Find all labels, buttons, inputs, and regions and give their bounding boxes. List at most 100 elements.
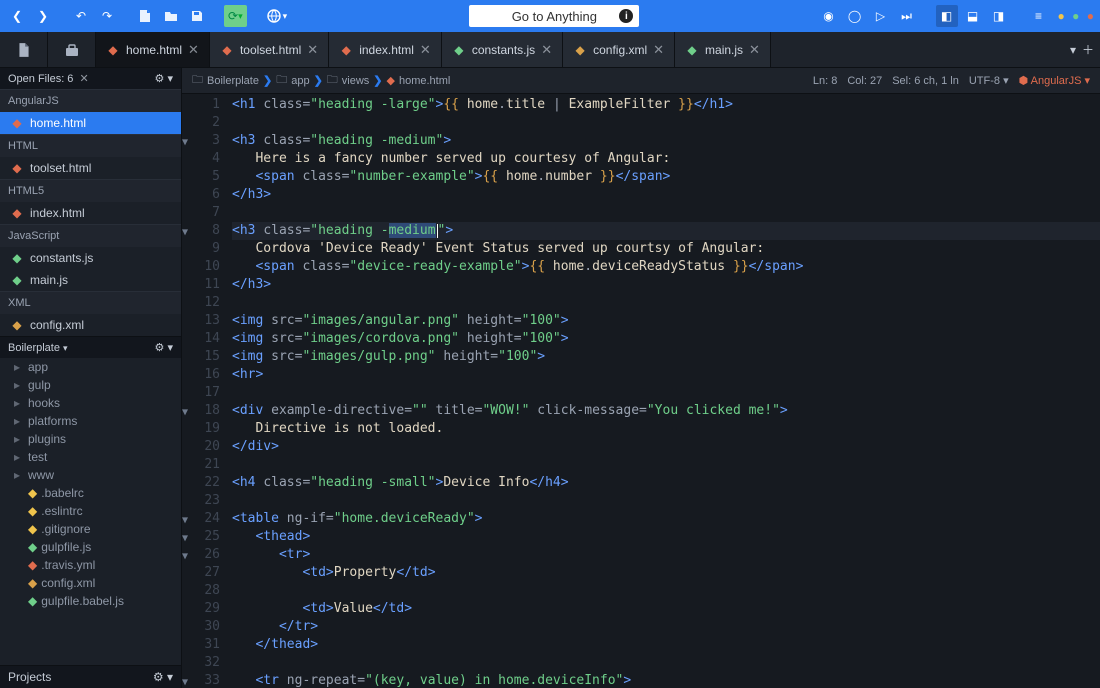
code-line[interactable]: <img src="images/cordova.png" height="10… <box>232 330 1100 348</box>
code-line[interactable]: <thead> <box>232 528 1100 546</box>
open-file-item[interactable]: ◆constants.js <box>0 247 181 269</box>
fold-toggle[interactable]: ▼ <box>182 674 188 688</box>
run-button[interactable]: ⟳▾ <box>224 5 247 27</box>
code-editor[interactable]: 12▼34567▼891011121314151617▼181920212223… <box>182 94 1100 688</box>
encoding-selector[interactable]: UTF-8 ▾ <box>969 74 1009 87</box>
tab-toolset-html[interactable]: ◆toolset.html✕ <box>210 32 329 67</box>
tree-item[interactable]: ◆.eslintrc <box>0 502 181 520</box>
breadcrumb-item[interactable]: ◆home.html <box>387 74 451 87</box>
code-line[interactable] <box>232 654 1100 672</box>
tab-config-xml[interactable]: ◆config.xml✕ <box>563 32 675 67</box>
panel-bottom-button[interactable]: ⬓ <box>962 5 984 27</box>
toolbox-icon[interactable] <box>48 32 96 67</box>
code-line[interactable]: <span class="number-example">{{ home.num… <box>232 168 1100 186</box>
tab-index-html[interactable]: ◆index.html✕ <box>329 32 442 67</box>
code-line[interactable]: <img src="images/angular.png" height="10… <box>232 312 1100 330</box>
undo-button[interactable]: ↶ <box>70 5 92 27</box>
open-file-item[interactable]: ◆toolset.html <box>0 157 181 179</box>
code-line[interactable]: </tr> <box>232 618 1100 636</box>
code-line[interactable]: <img src="images/gulp.png" height="100"> <box>232 348 1100 366</box>
code-line[interactable]: </h3> <box>232 186 1100 204</box>
code-line[interactable]: </h3> <box>232 276 1100 294</box>
open-file-item[interactable]: ◆index.html <box>0 202 181 224</box>
code-line[interactable] <box>232 294 1100 312</box>
gear-icon[interactable]: ⚙ ▾ <box>153 670 173 684</box>
new-tab-button[interactable]: ＋ <box>1082 41 1094 58</box>
tree-item[interactable]: ◆.gitignore <box>0 520 181 538</box>
open-file-item[interactable]: ◆config.xml <box>0 314 181 336</box>
close-tab-button[interactable]: ✕ <box>749 42 760 58</box>
code-line[interactable]: <h3 class="heading -medium"> <box>232 222 1100 240</box>
code-line[interactable]: </thead> <box>232 636 1100 654</box>
go-to-anything-input[interactable]: Go to Anything i <box>469 5 639 27</box>
tree-item[interactable]: ◆.travis.yml <box>0 556 181 574</box>
code-line[interactable] <box>232 114 1100 132</box>
open-file-button[interactable] <box>160 5 182 27</box>
code-line[interactable]: </div> <box>232 438 1100 456</box>
tree-item[interactable]: ◆.babelrc <box>0 484 181 502</box>
close-all-open-files-button[interactable]: ✕ <box>80 73 89 85</box>
code-line[interactable]: <hr> <box>232 366 1100 384</box>
tree-item[interactable]: ▸hooks <box>0 394 181 412</box>
stop-macro-button[interactable]: ◯ <box>844 5 866 27</box>
tree-item[interactable]: ▸app <box>0 358 181 376</box>
breadcrumb-item[interactable]: 🗀views <box>327 71 370 90</box>
globe-button[interactable]: ▾ <box>263 5 292 27</box>
tab-home-html[interactable]: ◆home.html✕ <box>96 32 210 67</box>
gear-icon[interactable]: ⚙ ▾ <box>155 72 173 85</box>
code-line[interactable]: <div example-directive="" title="WOW!" c… <box>232 402 1100 420</box>
close-tab-button[interactable]: ✕ <box>188 42 199 58</box>
close-tab-button[interactable]: ✕ <box>653 42 664 58</box>
code-line[interactable]: <td>Value</td> <box>232 600 1100 618</box>
tree-item[interactable]: ▸platforms <box>0 412 181 430</box>
breadcrumb-item[interactable]: 🗀app <box>276 71 309 90</box>
tree-item[interactable]: ◆gulpfile.babel.js <box>0 592 181 610</box>
code-line[interactable]: <td>Property</td> <box>232 564 1100 582</box>
save-button[interactable] <box>186 5 208 27</box>
tree-item[interactable]: ▸gulp <box>0 376 181 394</box>
language-selector[interactable]: ⬢ AngularJS ▾ <box>1019 74 1090 87</box>
gear-icon[interactable]: ⚙ ▾ <box>155 341 173 354</box>
redo-button[interactable]: ↷ <box>96 5 118 27</box>
play-last-button[interactable]: ⏭ <box>896 5 918 27</box>
close-tab-button[interactable]: ✕ <box>541 42 552 58</box>
code-line[interactable] <box>232 492 1100 510</box>
open-file-item[interactable]: ◆main.js <box>0 269 181 291</box>
back-button[interactable]: ❮ <box>6 5 28 27</box>
tree-item[interactable]: ▸test <box>0 448 181 466</box>
close-tab-button[interactable]: ✕ <box>420 42 431 58</box>
minimize-button[interactable]: ● <box>1058 9 1065 23</box>
forward-button[interactable]: ❯ <box>32 5 54 27</box>
code-line[interactable]: <span class="device-ready-example">{{ ho… <box>232 258 1100 276</box>
code-line[interactable] <box>232 456 1100 474</box>
panel-left-button[interactable]: ◧ <box>936 5 958 27</box>
tab-overflow-button[interactable]: ▾ <box>1070 43 1076 57</box>
close-tab-button[interactable]: ✕ <box>307 42 318 58</box>
code-line[interactable] <box>232 204 1100 222</box>
tree-item[interactable]: ◆config.xml <box>0 574 181 592</box>
close-window-button[interactable]: ● <box>1087 9 1094 23</box>
play-macro-button[interactable]: ▷ <box>870 5 892 27</box>
code-line[interactable] <box>232 384 1100 402</box>
panel-right-button[interactable]: ◨ <box>988 5 1010 27</box>
maximize-button[interactable]: ● <box>1072 9 1079 23</box>
tree-item[interactable]: ▸www <box>0 466 181 484</box>
code-line[interactable]: <tr> <box>232 546 1100 564</box>
open-file-item[interactable]: ◆home.html <box>0 112 181 134</box>
code-line[interactable]: <h3 class="heading -medium"> <box>232 132 1100 150</box>
tree-item[interactable]: ◆gulpfile.js <box>0 538 181 556</box>
breadcrumb-item[interactable]: 🗀Boilerplate <box>192 71 259 90</box>
left-panel-icon[interactable] <box>0 32 48 67</box>
record-macro-button[interactable]: ◉ <box>818 5 840 27</box>
new-file-button[interactable] <box>134 5 156 27</box>
code-line[interactable]: Cordova 'Device Ready' Event Status serv… <box>232 240 1100 258</box>
tab-main-js[interactable]: ◆main.js✕ <box>675 32 771 67</box>
code-line[interactable]: <h1 class="heading -large">{{ home.title… <box>232 96 1100 114</box>
code-line[interactable]: Directive is not loaded. <box>232 420 1100 438</box>
code-line[interactable] <box>232 582 1100 600</box>
code-line[interactable]: <tr ng-repeat="(key, value) in home.devi… <box>232 672 1100 688</box>
code-line[interactable]: <h4 class="heading -small">Device Info</… <box>232 474 1100 492</box>
code-line[interactable]: Here is a fancy number served up courtes… <box>232 150 1100 168</box>
tab-constants-js[interactable]: ◆constants.js✕ <box>442 32 563 67</box>
menu-button[interactable]: ≡ <box>1028 5 1050 27</box>
